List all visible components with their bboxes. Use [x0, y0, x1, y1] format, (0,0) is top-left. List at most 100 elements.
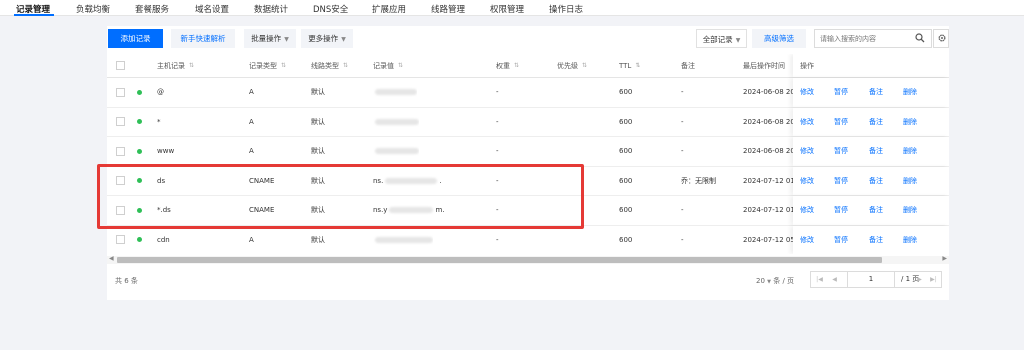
last-page-icon[interactable]: ▶| [928, 272, 939, 287]
note-link[interactable]: 备注 [869, 205, 883, 215]
row-actions: 修改 暂停 备注 删除 [793, 78, 949, 107]
row-checkbox[interactable] [116, 87, 125, 97]
prev-page-icon[interactable]: ◀ [829, 272, 840, 287]
scroll-left-icon[interactable]: ◀ [109, 255, 114, 262]
quick-resolve-button[interactable]: 新手快速解析 [171, 29, 235, 48]
first-page-icon[interactable]: |◀ [814, 272, 825, 287]
delete-link[interactable]: 删除 [903, 146, 917, 156]
cell-note: - [681, 147, 684, 156]
header-ttl[interactable]: TTL ⇅ [619, 54, 640, 77]
delete-link[interactable]: 删除 [903, 87, 917, 97]
tab-operation-log[interactable]: 操作日志 [549, 3, 583, 15]
modify-link[interactable]: 修改 [800, 87, 814, 97]
advanced-filter-button[interactable]: 高级筛选 [752, 29, 806, 48]
cell-type: A [249, 235, 254, 244]
modify-link[interactable]: 修改 [800, 146, 814, 156]
modify-link[interactable]: 修改 [800, 176, 814, 186]
modify-link[interactable]: 修改 [800, 235, 814, 245]
sort-icon: ⇅ [343, 62, 349, 69]
header-priority[interactable]: 优先级 ⇅ [557, 54, 587, 77]
tab-dns-security[interactable]: DNS安全 [313, 3, 348, 15]
header-note: 备注 [681, 61, 695, 70]
pause-link[interactable]: 暂停 [834, 117, 848, 127]
pause-link[interactable]: 暂停 [834, 205, 848, 215]
sort-icon: ⇅ [398, 62, 404, 69]
delete-link[interactable]: 删除 [903, 117, 917, 127]
pause-link[interactable]: 暂停 [834, 176, 848, 186]
tab-extensions[interactable]: 扩展应用 [372, 3, 406, 15]
page-input[interactable]: 1 [847, 271, 895, 288]
settings-button[interactable] [933, 29, 949, 48]
cell-host: ds [157, 176, 166, 185]
header-weight[interactable]: 权重 ⇅ [496, 54, 519, 77]
cell-note: 乔：无限制 [681, 176, 716, 185]
note-link[interactable]: 备注 [869, 235, 883, 245]
status-dot [137, 237, 142, 243]
cell-note: - [681, 117, 684, 126]
note-link[interactable]: 备注 [869, 87, 883, 97]
cell-type: A [249, 88, 254, 97]
header-line[interactable]: 线路类型 ⇅ [311, 54, 348, 77]
cell-host: cdn [157, 235, 170, 244]
sort-icon: ⇅ [281, 62, 287, 69]
row-checkbox[interactable] [116, 146, 125, 156]
tab-load-balance[interactable]: 负载均衡 [76, 3, 110, 15]
cell-line: 默认 [311, 117, 325, 126]
tab-domain-settings[interactable]: 域名设置 [195, 3, 229, 15]
table-row: www A 默认 - 600 - 2024-06-08 20 修改 暂停 备注 … [107, 137, 949, 167]
row-checkbox[interactable] [116, 176, 125, 186]
cell-weight: - [496, 88, 499, 97]
row-actions: 修改 暂停 备注 删除 [793, 166, 949, 195]
row-checkbox[interactable] [116, 117, 125, 127]
top-nav: 记录管理 负载均衡 套餐服务 域名设置 数据统计 DNS安全 扩展应用 线路管理… [0, 0, 1024, 16]
cell-weight: - [496, 206, 499, 215]
tab-plan-service[interactable]: 套餐服务 [135, 3, 169, 15]
delete-link[interactable]: 删除 [903, 176, 917, 186]
pause-link[interactable]: 暂停 [834, 146, 848, 156]
delete-link[interactable]: 删除 [903, 205, 917, 215]
add-record-button[interactable]: 添加记录 [108, 29, 163, 48]
cell-ttl: 600 [619, 117, 633, 126]
table-row: ds CNAME 默认 ns.. - 600 乔：无限制 2024-07-12 … [107, 166, 949, 196]
cell-type: CNAME [249, 206, 275, 215]
more-ops-dropdown[interactable]: 更多操作 ▼ [301, 29, 353, 48]
next-page-icon[interactable]: ▶ [914, 272, 925, 287]
all-records-label: 全部记录 [702, 35, 733, 44]
row-checkbox[interactable] [116, 205, 125, 215]
select-all-checkbox[interactable] [116, 61, 125, 70]
all-records-dropdown[interactable]: 全部记录 ▼ [696, 29, 747, 48]
row-checkbox[interactable] [116, 235, 125, 245]
tab-line-management[interactable]: 线路管理 [431, 3, 465, 15]
gear-icon [937, 33, 947, 45]
note-link[interactable]: 备注 [869, 117, 883, 127]
pause-link[interactable]: 暂停 [834, 87, 848, 97]
search-input[interactable] [815, 30, 910, 47]
row-actions: 修改 暂停 备注 删除 [793, 196, 949, 225]
delete-link[interactable]: 删除 [903, 235, 917, 245]
note-link[interactable]: 备注 [869, 146, 883, 156]
cell-line: 默认 [311, 176, 325, 185]
cell-value-redacted [373, 137, 419, 166]
header-value[interactable]: 记录值 ⇅ [373, 54, 403, 77]
horizontal-scrollbar[interactable]: ◀ ▶ [107, 255, 949, 264]
cell-time: 2024-07-12 05 [743, 235, 795, 244]
note-link[interactable]: 备注 [869, 176, 883, 186]
search-icon[interactable] [915, 33, 925, 45]
modify-link[interactable]: 修改 [800, 117, 814, 127]
row-actions: 修改 暂停 备注 删除 [793, 137, 949, 166]
header-type[interactable]: 记录类型 ⇅ [249, 54, 286, 77]
scroll-right-icon[interactable]: ▶ [942, 255, 947, 262]
batch-ops-dropdown[interactable]: 批量操作 ▼ [244, 29, 296, 48]
cell-time: 2024-06-08 20 [743, 88, 795, 97]
page-size-select[interactable]: 20 ▼ 条 / 页 [756, 276, 794, 286]
cell-host: www [157, 147, 175, 156]
header-host[interactable]: 主机记录 ⇅ [157, 54, 194, 77]
scrollbar-thumb[interactable] [117, 257, 882, 263]
sort-icon: ⇅ [582, 62, 588, 69]
status-dot [137, 207, 142, 213]
modify-link[interactable]: 修改 [800, 205, 814, 215]
tab-statistics[interactable]: 数据统计 [254, 3, 288, 15]
tab-permissions[interactable]: 权限管理 [490, 3, 524, 15]
cell-ttl: 600 [619, 235, 633, 244]
pause-link[interactable]: 暂停 [834, 235, 848, 245]
